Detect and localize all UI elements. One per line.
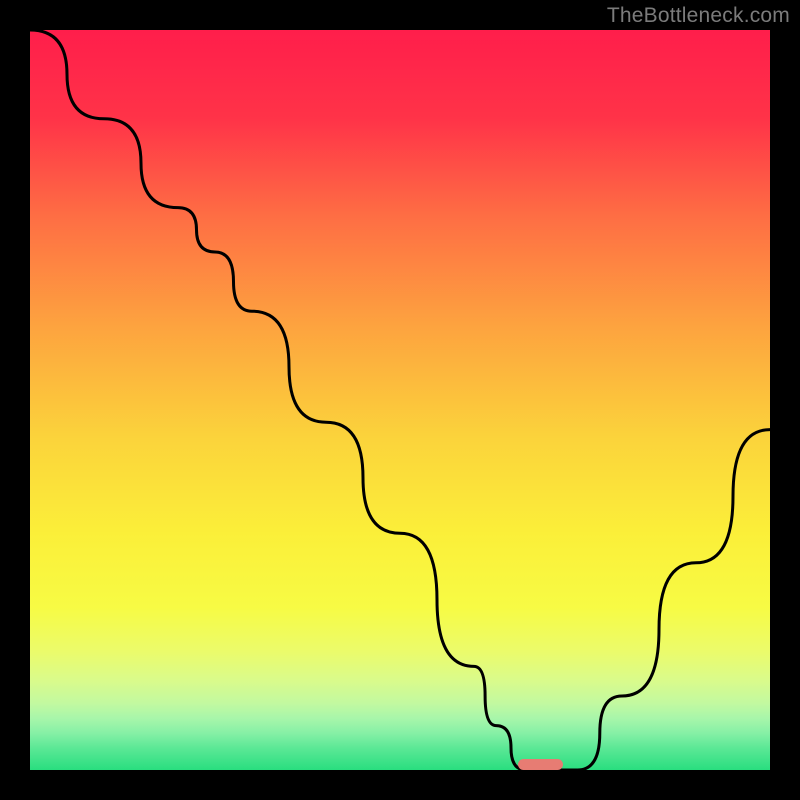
chart-frame: TheBottleneck.com [0, 0, 800, 800]
curve-path [30, 30, 770, 770]
optimal-marker [518, 759, 562, 770]
plot-area [30, 30, 770, 770]
bottleneck-curve [30, 30, 770, 770]
watermark-text: TheBottleneck.com [607, 4, 790, 28]
